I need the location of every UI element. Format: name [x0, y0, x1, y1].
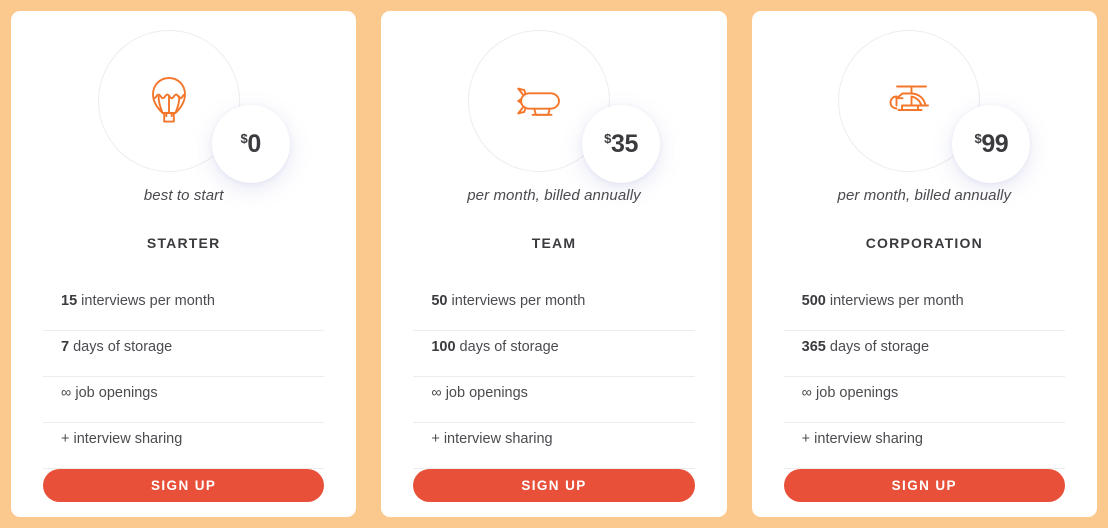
- feature-text: interview sharing: [439, 431, 553, 447]
- plan-hero: $0: [43, 11, 324, 183]
- sign-up-button[interactable]: SIGN UP: [413, 469, 695, 502]
- feature-text: interviews per month: [77, 293, 215, 309]
- price-badge: $35: [581, 105, 660, 183]
- feature-list: 500 interviews per month 365 days of sto…: [783, 285, 1065, 469]
- list-item: ∞ job openings: [413, 377, 695, 423]
- signup-wrapper: SIGN UP: [43, 469, 325, 517]
- list-item: ∞ job openings: [43, 377, 325, 423]
- feature-quantity: 50: [431, 293, 448, 309]
- feature-text: days of storage: [825, 339, 930, 355]
- plan-card-team: $35 per month, billed annually TEAM 50 i…: [381, 11, 727, 517]
- list-item: 50 interviews per month: [413, 285, 695, 331]
- feature-text: days of storage: [455, 339, 559, 355]
- feature-text: interview sharing: [810, 431, 923, 447]
- list-item: ∞ job openings: [783, 377, 1065, 423]
- feature-text: job openings: [71, 385, 158, 401]
- signup-wrapper: SIGN UP: [783, 469, 1065, 517]
- feature-quantity: 15: [61, 293, 78, 309]
- feature-text: interviews per month: [447, 293, 586, 309]
- sign-up-button[interactable]: SIGN UP: [783, 469, 1065, 502]
- plan-hero: $35: [413, 11, 694, 183]
- sign-up-button[interactable]: SIGN UP: [43, 469, 325, 502]
- plan-hero: $99: [784, 11, 1065, 183]
- list-item: + interview sharing: [783, 423, 1065, 469]
- plan-name: CORPORATION: [865, 235, 983, 251]
- feature-list: 15 interviews per month 7 days of storag…: [43, 285, 325, 469]
- feature-quantity: 100: [431, 339, 456, 355]
- feature-quantity: +: [801, 431, 811, 447]
- price-currency: $: [240, 131, 248, 146]
- signup-wrapper: SIGN UP: [413, 469, 695, 517]
- list-item: 365 days of storage: [783, 331, 1065, 377]
- list-item: 100 days of storage: [413, 331, 695, 377]
- plan-tagline: per month, billed annually: [837, 187, 1012, 204]
- feature-quantity: ∞: [431, 385, 442, 401]
- plan-name: TEAM: [531, 235, 577, 251]
- list-item: 500 interviews per month: [783, 285, 1065, 331]
- feature-quantity: 500: [801, 293, 826, 309]
- feature-quantity: ∞: [801, 385, 812, 401]
- feature-quantity: ∞: [61, 385, 72, 401]
- list-item: 7 days of storage: [43, 331, 325, 377]
- plan-tagline: best to start: [143, 187, 224, 204]
- feature-text: interviews per month: [825, 293, 964, 309]
- plan-card-corporation: $99 per month, billed annually CORPORATI…: [751, 11, 1097, 517]
- price-badge: $0: [211, 105, 290, 183]
- price-badge: $99: [952, 105, 1031, 183]
- price-currency: $: [604, 131, 612, 146]
- list-item: + interview sharing: [413, 423, 695, 469]
- pricing-plans-grid: $0 best to start STARTER 15 interviews p…: [0, 0, 1108, 528]
- price-amount: 99: [981, 129, 1009, 158]
- feature-quantity: 365: [801, 339, 826, 355]
- plan-tagline: per month, billed annually: [467, 187, 641, 204]
- price-currency: $: [974, 131, 982, 146]
- price-amount: 0: [247, 129, 261, 158]
- feature-quantity: 7: [61, 339, 70, 355]
- feature-list: 50 interviews per month 100 days of stor…: [413, 285, 695, 469]
- plan-card-starter: $0 best to start STARTER 15 interviews p…: [11, 11, 357, 517]
- list-item: 15 interviews per month: [43, 285, 325, 331]
- feature-text: job openings: [441, 385, 528, 401]
- price-amount: 35: [611, 129, 638, 158]
- plan-name: STARTER: [146, 235, 221, 251]
- feature-text: interview sharing: [69, 431, 183, 447]
- feature-quantity: +: [431, 431, 440, 447]
- feature-text: job openings: [812, 385, 899, 401]
- feature-text: days of storage: [69, 339, 173, 355]
- list-item: + interview sharing: [43, 423, 325, 469]
